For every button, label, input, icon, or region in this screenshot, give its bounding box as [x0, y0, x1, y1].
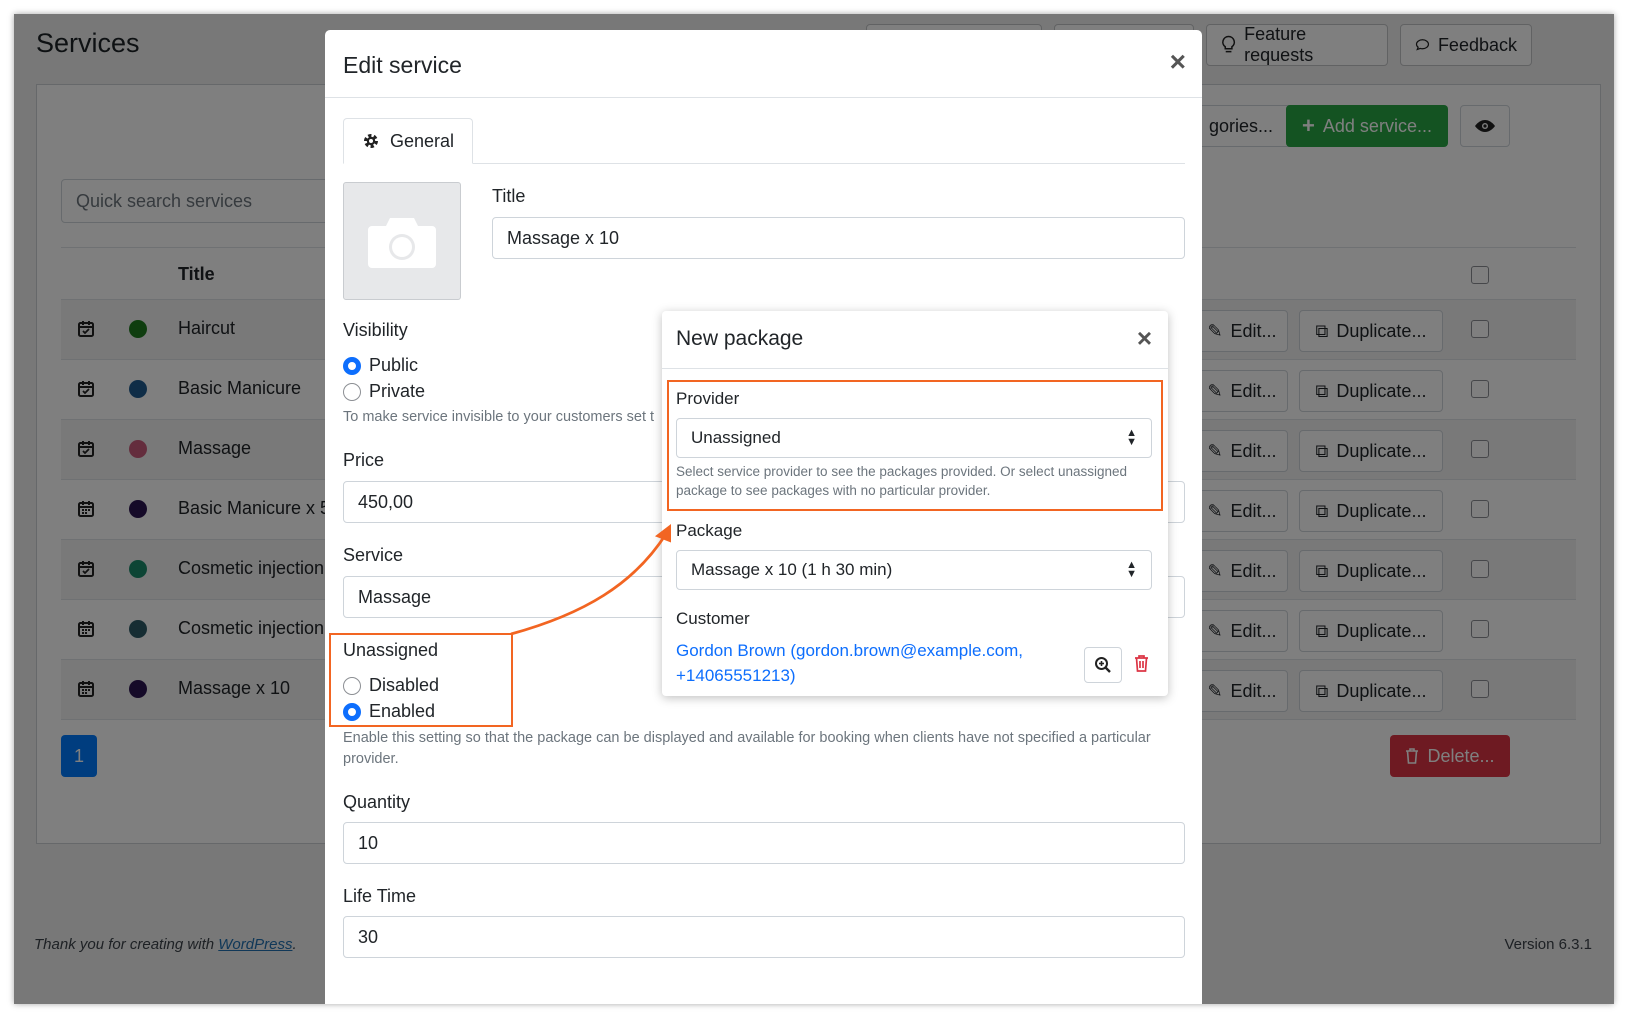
connector-arrow — [510, 523, 671, 636]
screenshot-frame: Services Feature requests Feedback Quick… — [14, 14, 1614, 1004]
